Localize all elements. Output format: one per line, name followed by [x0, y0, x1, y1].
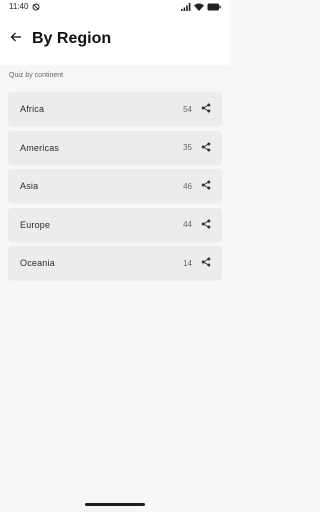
status-time: 11:40 [9, 2, 29, 11]
region-label: Europe [20, 219, 51, 230]
arrow-left-icon [10, 30, 22, 48]
region-item-americas[interactable]: Americas 35 [8, 130, 222, 165]
share-button[interactable] [200, 257, 212, 269]
region-list: Africa 54 Americas 35 Asia 46 Europe 44 … [8, 92, 222, 285]
screen: 11:40 By Region Quiz by continent Africa… [0, 0, 230, 512]
do-not-disturb-icon [32, 2, 40, 11]
region-label: Americas [20, 142, 60, 153]
share-icon [201, 100, 211, 118]
region-count: 54 [183, 104, 192, 114]
page-title: By Region [32, 30, 112, 47]
back-button[interactable] [6, 29, 26, 49]
share-button[interactable] [200, 219, 212, 231]
region-label: Africa [20, 104, 45, 114]
section-label: Quiz by continent [9, 72, 64, 79]
region-count: 35 [183, 143, 192, 152]
region-item-asia[interactable]: Asia 46 [8, 169, 222, 203]
share-button[interactable] [200, 103, 212, 115]
region-count: 14 [183, 258, 192, 268]
region-item-oceania[interactable]: Oceania 14 [8, 246, 222, 280]
region-label: Oceania [20, 258, 55, 268]
region-label: Asia [20, 181, 39, 191]
share-button[interactable] [200, 142, 212, 154]
share-icon [201, 177, 211, 195]
gesture-nav-handle[interactable] [85, 503, 145, 506]
region-item-europe[interactable]: Europe 44 [8, 207, 222, 242]
share-icon [201, 139, 211, 157]
region-count: 44 [183, 220, 192, 229]
region-item-africa[interactable]: Africa 54 [8, 92, 222, 126]
battery-icon [207, 3, 221, 11]
share-icon [201, 216, 211, 234]
app-bar: By Region [0, 13, 230, 65]
wifi-icon [194, 3, 204, 11]
region-count: 46 [183, 181, 192, 191]
share-icon [201, 254, 211, 272]
signal-icon [181, 2, 191, 11]
share-button[interactable] [200, 180, 212, 192]
status-bar: 11:40 [0, 0, 230, 13]
